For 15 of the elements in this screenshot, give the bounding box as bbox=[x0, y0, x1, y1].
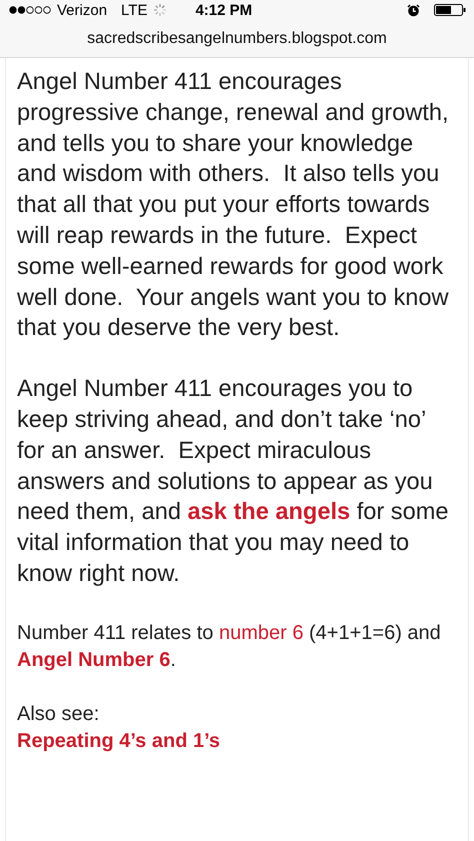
paragraph: Angel Number 411 encourages you to keep striving ahead, and don’t take ‘no’ for an answer. Expect miraculous answers and solutions to appear as you need them, and ask the angels for some vital information that you may need to know right now. bbox=[17, 375, 450, 589]
link[interactable]: number 6 bbox=[218, 622, 304, 644]
carrier-name: Verizon bbox=[57, 2, 108, 18]
battery-icon bbox=[434, 4, 466, 16]
clock-time: 4:12 PM bbox=[195, 2, 252, 18]
network-type: LTE bbox=[121, 2, 148, 18]
link[interactable]: ask the angels bbox=[188, 499, 350, 526]
link[interactable]: Repeating 4’s and 1’s bbox=[17, 730, 220, 752]
paragraph: Number 411 relates to number 6 (4+1+1=6) and Angel Number 6. bbox=[17, 620, 442, 673]
link[interactable]: Angel Number 6 bbox=[17, 648, 170, 671]
also-see-label: Also see: bbox=[17, 702, 100, 727]
paragraph: Angel Number 411 encourages progressive change, renewal and growth, and tells you to share your knowledge and wisdom with others. It also tells you that all that you put your efforts towards will reap rewards in the future. Expect some well-earned rewards for good work well done. Your angels want you to know that you deserve the very best. bbox=[17, 68, 450, 344]
loading-spinner-icon bbox=[153, 3, 168, 17]
signal-icon bbox=[9, 6, 51, 14]
alarm-clock-icon bbox=[407, 4, 420, 16]
